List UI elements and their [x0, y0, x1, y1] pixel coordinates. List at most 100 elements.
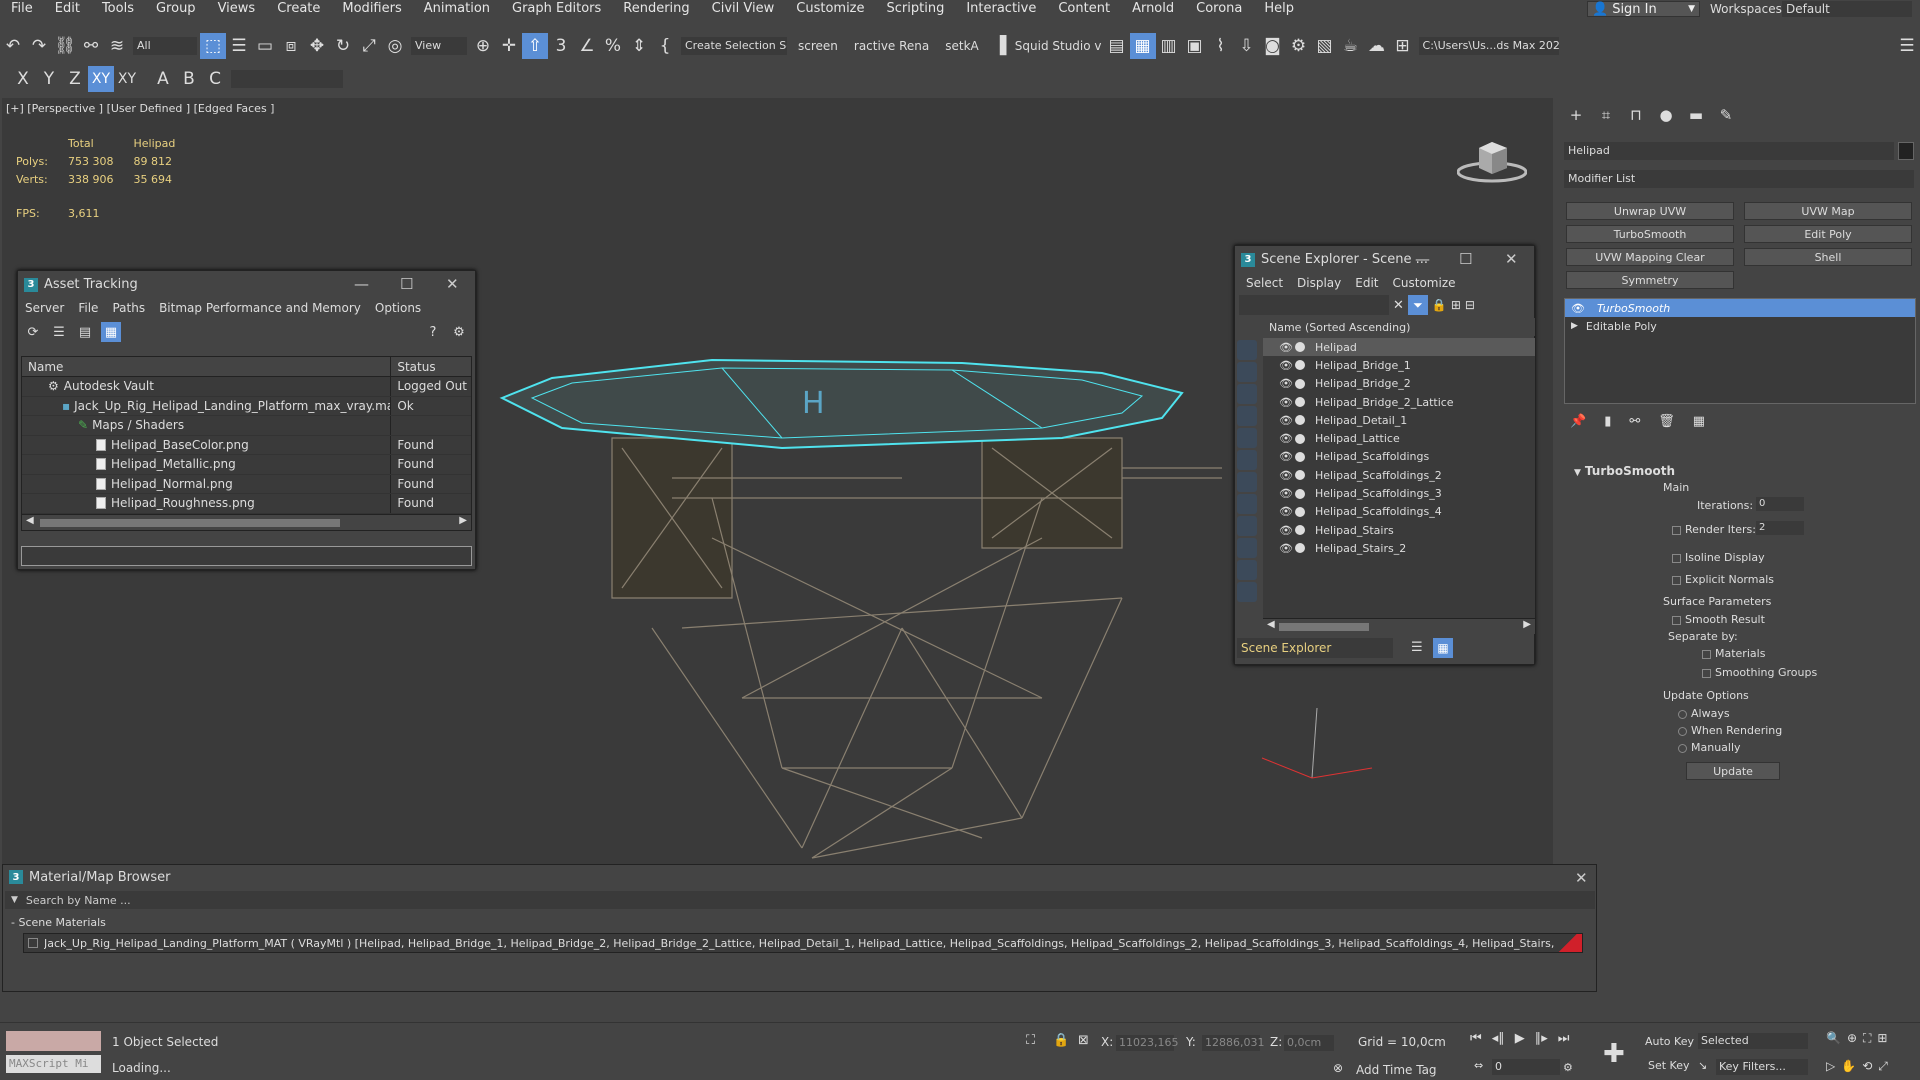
close-icon[interactable]: ✕ [446, 275, 459, 293]
add-key-icon[interactable]: ✚ [1603, 1039, 1625, 1069]
visibility-icon[interactable]: 👁 [1279, 414, 1293, 427]
se-menu-customize[interactable]: Customize [1386, 276, 1463, 290]
list-item[interactable]: 👁 Helipad_Detail_1 [1263, 411, 1535, 429]
menu-animation[interactable]: Animation [413, 0, 501, 17]
bind-space-warp-icon[interactable]: ≋ [104, 33, 130, 59]
visibility-icon[interactable]: 👁 [1279, 396, 1293, 409]
text-a-icon[interactable]: A [150, 66, 176, 92]
viewport-label[interactable]: [+] [Perspective ] [User Defined ] [Edge… [6, 102, 274, 115]
zoom-extents-icon[interactable]: ⛶ [1863, 1031, 1871, 1046]
secondary-select[interactable] [231, 70, 343, 88]
help-icon[interactable]: ? [423, 322, 443, 342]
go-to-start-icon[interactable]: ⏮ [1470, 1031, 1482, 1046]
curve-editor-icon[interactable]: ⌇ [1208, 33, 1234, 59]
unlink-icon[interactable]: ⚯ [78, 33, 104, 59]
filter-hidden-icon[interactable] [1237, 582, 1257, 602]
close-icon[interactable]: ✕ [1575, 869, 1588, 887]
visibility-icon[interactable]: 👁 [1279, 359, 1293, 372]
filter-xrefs-icon[interactable] [1237, 494, 1257, 514]
x-coordinate-field[interactable]: 11023,165 [1116, 1035, 1179, 1051]
place-icon[interactable]: ◎ [382, 33, 408, 59]
menu-rendering[interactable]: Rendering [612, 0, 700, 17]
visibility-icon[interactable]: 👁 [1279, 542, 1293, 555]
list-item[interactable]: 👁 Helipad_Scaffoldings_2 [1263, 466, 1535, 484]
pin-stack-icon[interactable]: 📌 [1570, 414, 1586, 429]
refresh-icon[interactable]: ⟳ [23, 322, 43, 342]
render-dot-icon[interactable] [1295, 488, 1305, 499]
layer-explorer-icon[interactable]: ▥ [1156, 33, 1182, 59]
next-frame-icon[interactable]: ∥▸ [1535, 1031, 1548, 1046]
at-menu-server[interactable]: Server [18, 301, 71, 315]
time-config-icon[interactable]: ⚙ [1563, 1061, 1573, 1074]
display-tab-icon[interactable]: ▬ [1684, 104, 1708, 126]
angle-snap-icon[interactable]: ∠ [574, 33, 600, 59]
stack-item-turbosmooth[interactable]: 👁 TurboSmooth [1565, 299, 1915, 317]
hierarchy-icon[interactable]: ⊞ [1451, 298, 1461, 312]
table-row[interactable]: Helipad_Roughness.png Found [22, 494, 471, 514]
axis-y-button[interactable]: Y [36, 66, 62, 92]
render-iterative-icon[interactable]: ⊞ [1390, 33, 1416, 59]
horizontal-scrollbar[interactable]: ◀ ▶ [1263, 618, 1535, 634]
always-radio[interactable] [1678, 709, 1687, 719]
table-row[interactable]: ▪ Jack_Up_Rig_Helipad_Landing_Platform_ma… [22, 396, 471, 416]
scroll-right-icon[interactable]: ▶ [459, 515, 467, 526]
turbosmooth-button[interactable]: TurboSmooth [1566, 225, 1734, 243]
helipad-model[interactable]: H [482, 298, 1242, 865]
render-dot-icon[interactable] [1295, 543, 1305, 554]
modify-tab-icon[interactable]: ⌗ [1594, 104, 1618, 126]
isolate-icon[interactable]: ⛶ [1026, 1033, 1035, 1048]
when-rendering-radio[interactable] [1678, 726, 1687, 736]
render-active-icon[interactable]: ☁ [1364, 33, 1390, 59]
grid-view-icon[interactable]: ▦ [101, 322, 121, 342]
filter-lights-icon[interactable] [1237, 384, 1257, 404]
table-row[interactable]: ⚙ Autodesk Vault Logged Out ... [22, 377, 471, 397]
ref-coord-select[interactable]: View [411, 37, 467, 55]
list-item[interactable]: 👁 Helipad_Stairs_2 [1263, 539, 1535, 557]
manually-radio[interactable] [1678, 743, 1687, 753]
table-row[interactable]: Helipad_Metallic.png Found [22, 455, 471, 475]
se-menu-select[interactable]: Select [1239, 276, 1290, 290]
at-menu-file[interactable]: File [71, 301, 105, 315]
render-production-icon[interactable]: ☕ [1338, 33, 1364, 59]
move-icon[interactable]: ✥ [304, 33, 330, 59]
key-filter-icon[interactable]: ↘ [1698, 1059, 1707, 1072]
scene-explorer-icon[interactable]: ▦ [1129, 33, 1156, 59]
explicit-normals-checkbox[interactable] [1672, 575, 1681, 585]
window-crossing-icon[interactable]: ⧈ [278, 33, 304, 59]
remove-modifier-icon[interactable]: 🗑 [1658, 414, 1675, 429]
fov-icon[interactable]: ▷ [1826, 1059, 1835, 1074]
screen-button[interactable]: screen [790, 39, 846, 53]
list-item[interactable]: 👁 Helipad_Bridge_2_Lattice [1263, 393, 1535, 411]
clear-search-icon[interactable]: ✕ [1393, 298, 1404, 313]
play-icon[interactable]: ▶ [1515, 1031, 1525, 1046]
sync-icon[interactable]: ⊟ [1465, 298, 1475, 312]
render-dot-icon[interactable] [1295, 378, 1305, 389]
configure-sets-icon[interactable]: ▦ [1693, 414, 1705, 429]
edit-named-selection-icon[interactable]: { [652, 33, 678, 59]
text-c-icon[interactable]: C [202, 66, 228, 92]
y-coordinate-field[interactable]: 12886,031 [1202, 1035, 1265, 1051]
menu-group[interactable]: Group [145, 0, 207, 17]
zoom-all-icon[interactable]: ⊕ [1847, 1031, 1857, 1046]
visibility-icon[interactable]: 👁 [1279, 524, 1293, 537]
list-item[interactable]: 👁 Helipad_Scaffoldings_4 [1263, 503, 1535, 521]
maximize-icon[interactable]: ☐ [1459, 250, 1472, 268]
se-menu-display[interactable]: Display [1290, 276, 1348, 290]
layer-icon[interactable]: ▤ [1104, 33, 1130, 59]
explorer-type-select[interactable]: Scene Explorer [1237, 638, 1393, 658]
menu-customize[interactable]: Customize [785, 0, 875, 17]
menu-scripting[interactable]: Scripting [876, 0, 956, 17]
menu-help[interactable]: Help [1253, 0, 1305, 17]
asset-path-field[interactable] [21, 546, 472, 566]
filter-spacewarps-icon[interactable] [1237, 450, 1257, 470]
se-menu-edit[interactable]: Edit [1348, 276, 1385, 290]
maxscript-input[interactable]: MAXScript Mi [6, 1055, 101, 1073]
motion-tab-icon[interactable]: ● [1654, 104, 1678, 126]
visibility-icon[interactable]: 👁 [1279, 487, 1293, 500]
menu-edit[interactable]: Edit [44, 0, 91, 17]
visibility-icon[interactable]: 👁 [1279, 450, 1293, 463]
iterations-spinner[interactable]: 0 [1756, 497, 1804, 511]
key-set-select[interactable]: Selected [1698, 1033, 1808, 1049]
panel-toggle-icon[interactable]: ☰ [1894, 33, 1920, 59]
filter-bones-icon[interactable] [1237, 516, 1257, 536]
